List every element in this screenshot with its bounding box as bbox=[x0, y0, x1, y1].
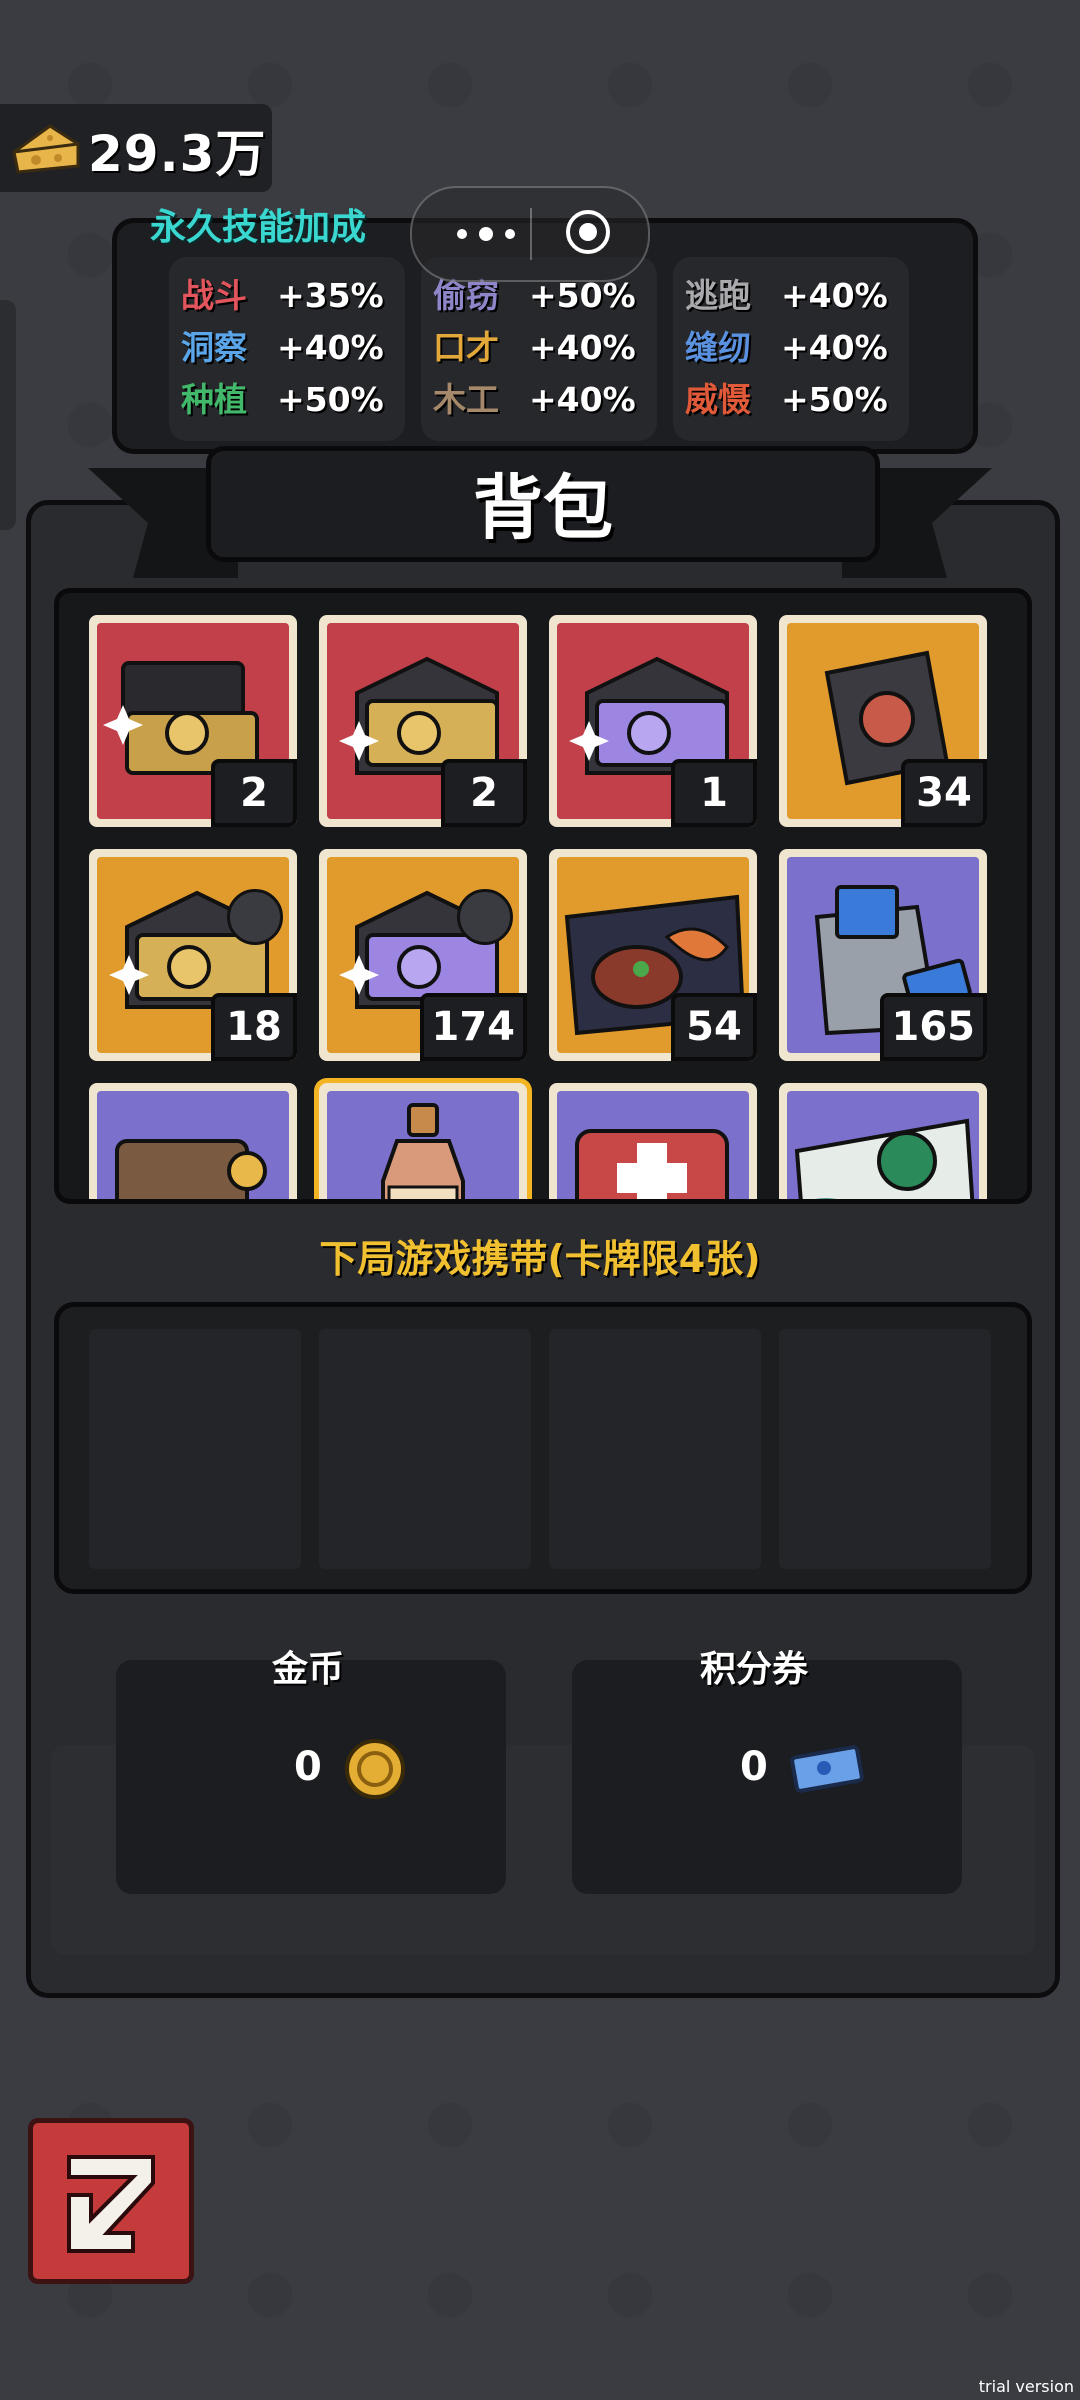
skill-value: +40% bbox=[781, 328, 888, 367]
item-count: 2 bbox=[441, 759, 527, 827]
return-arrow-icon bbox=[67, 2155, 155, 2253]
item-slot-bg bbox=[97, 1091, 289, 1199]
inventory-item[interactable]: 2 bbox=[89, 615, 297, 827]
puzzle-badge-icon bbox=[227, 889, 283, 945]
inventory-item[interactable]: 54 bbox=[549, 849, 757, 1061]
item-count: 54 bbox=[671, 993, 757, 1061]
side-drawer-handle[interactable] bbox=[0, 300, 16, 530]
carry-slot[interactable] bbox=[319, 1329, 531, 1569]
carry-label: 下局游戏携带(卡牌限4张) bbox=[319, 1237, 761, 1281]
item-count: 2 bbox=[211, 759, 297, 827]
points-ticket-value: 0 bbox=[740, 1744, 768, 1790]
inventory-item[interactable]: 34 bbox=[779, 615, 987, 827]
cheese-icon bbox=[12, 124, 80, 174]
skill-value: +40% bbox=[529, 328, 636, 367]
cheese-currency: 29.3万 bbox=[0, 104, 272, 192]
skill-name: 缝纫 bbox=[685, 328, 751, 367]
skill-row: 种植 +50% bbox=[181, 373, 384, 423]
cheese-amount: 29.3万 bbox=[88, 125, 267, 183]
points-ticket-box: 0 bbox=[572, 1660, 962, 1894]
more-icon[interactable] bbox=[448, 218, 528, 250]
close-miniprogram-icon[interactable] bbox=[564, 208, 612, 256]
item-slot-bg bbox=[327, 1091, 519, 1199]
skill-row: 木工 +40% bbox=[433, 373, 636, 423]
carry-slots[interactable] bbox=[54, 1302, 1032, 1594]
back-button[interactable] bbox=[28, 2118, 194, 2284]
skill-column-3: 逃跑 +40% 缝纫 +40% 威慑 +50% bbox=[673, 257, 909, 441]
skill-value: +50% bbox=[781, 380, 888, 419]
inventory-grid[interactable]: 2 2 1 34 18 174 54 165 bbox=[54, 588, 1032, 1204]
gold-coin-icon bbox=[345, 1739, 405, 1799]
carry-slot[interactable] bbox=[549, 1329, 761, 1569]
wallet-icon bbox=[115, 1139, 267, 1199]
skill-column-1: 战斗 +35% 洞察 +40% 种植 +50% bbox=[169, 257, 405, 441]
item-slot-bg bbox=[557, 1091, 749, 1199]
trial-watermark: trial version bbox=[978, 2377, 1074, 2396]
skill-row: 逃跑 +40% bbox=[685, 269, 888, 319]
gold-coin-label: 金币 bbox=[272, 1649, 345, 1690]
medkit-icon bbox=[575, 1129, 729, 1199]
skill-row: 威慑 +50% bbox=[685, 373, 888, 423]
inventory-item[interactable]: 174 bbox=[319, 849, 527, 1061]
inventory-item[interactable] bbox=[549, 1083, 757, 1199]
skill-row: 战斗 +35% bbox=[181, 269, 384, 319]
backpack-title: 背包 bbox=[473, 467, 613, 549]
inventory-item-selected[interactable] bbox=[319, 1083, 527, 1199]
skill-name: 口才 bbox=[433, 328, 499, 367]
capsule-divider bbox=[530, 208, 532, 260]
carry-slot[interactable] bbox=[779, 1329, 991, 1569]
item-count: 165 bbox=[879, 993, 987, 1061]
skill-value: +40% bbox=[781, 276, 888, 315]
inventory-item[interactable] bbox=[779, 1083, 987, 1199]
item-count: 174 bbox=[419, 993, 527, 1061]
points-ticket-label: 积分券 bbox=[700, 1649, 809, 1690]
item-slot-bg bbox=[787, 1091, 979, 1199]
gold-coin-box: 0 bbox=[116, 1660, 506, 1894]
skill-value: +35% bbox=[277, 276, 384, 315]
skill-name: 木工 bbox=[433, 380, 499, 419]
puzzle-badge-icon bbox=[457, 889, 513, 945]
inventory-item[interactable] bbox=[89, 1083, 297, 1199]
skill-row: 口才 +40% bbox=[433, 321, 636, 371]
inventory-item[interactable]: 165 bbox=[779, 849, 987, 1061]
skill-name: 洞察 bbox=[181, 328, 247, 367]
skill-name: 种植 bbox=[181, 380, 247, 419]
skill-bonus-title: 永久技能加成 bbox=[150, 207, 367, 248]
bottle-icon bbox=[381, 1103, 465, 1199]
inventory-item[interactable]: 18 bbox=[89, 849, 297, 1061]
points-ticket-icon bbox=[790, 1745, 864, 1793]
skill-value: +40% bbox=[277, 328, 384, 367]
virus-card-icon bbox=[794, 1118, 975, 1199]
miniprogram-capsule bbox=[410, 186, 650, 282]
skill-row: 缝纫 +40% bbox=[685, 321, 888, 371]
skill-value: +50% bbox=[277, 380, 384, 419]
skill-name: 战斗 bbox=[181, 276, 247, 315]
skill-name: 威慑 bbox=[685, 380, 751, 419]
carry-slot[interactable] bbox=[89, 1329, 301, 1569]
skill-name: 逃跑 bbox=[685, 276, 751, 315]
inventory-item[interactable]: 2 bbox=[319, 615, 527, 827]
inventory-item[interactable]: 1 bbox=[549, 615, 757, 827]
gold-coin-value: 0 bbox=[294, 1744, 322, 1790]
skill-column-2: 偷窃 +50% 口才 +40% 木工 +40% bbox=[421, 257, 657, 441]
item-count: 18 bbox=[211, 993, 297, 1061]
skill-row: 洞察 +40% bbox=[181, 321, 384, 371]
item-count: 1 bbox=[671, 759, 757, 827]
skill-value: +40% bbox=[529, 380, 636, 419]
item-count: 34 bbox=[901, 759, 987, 827]
